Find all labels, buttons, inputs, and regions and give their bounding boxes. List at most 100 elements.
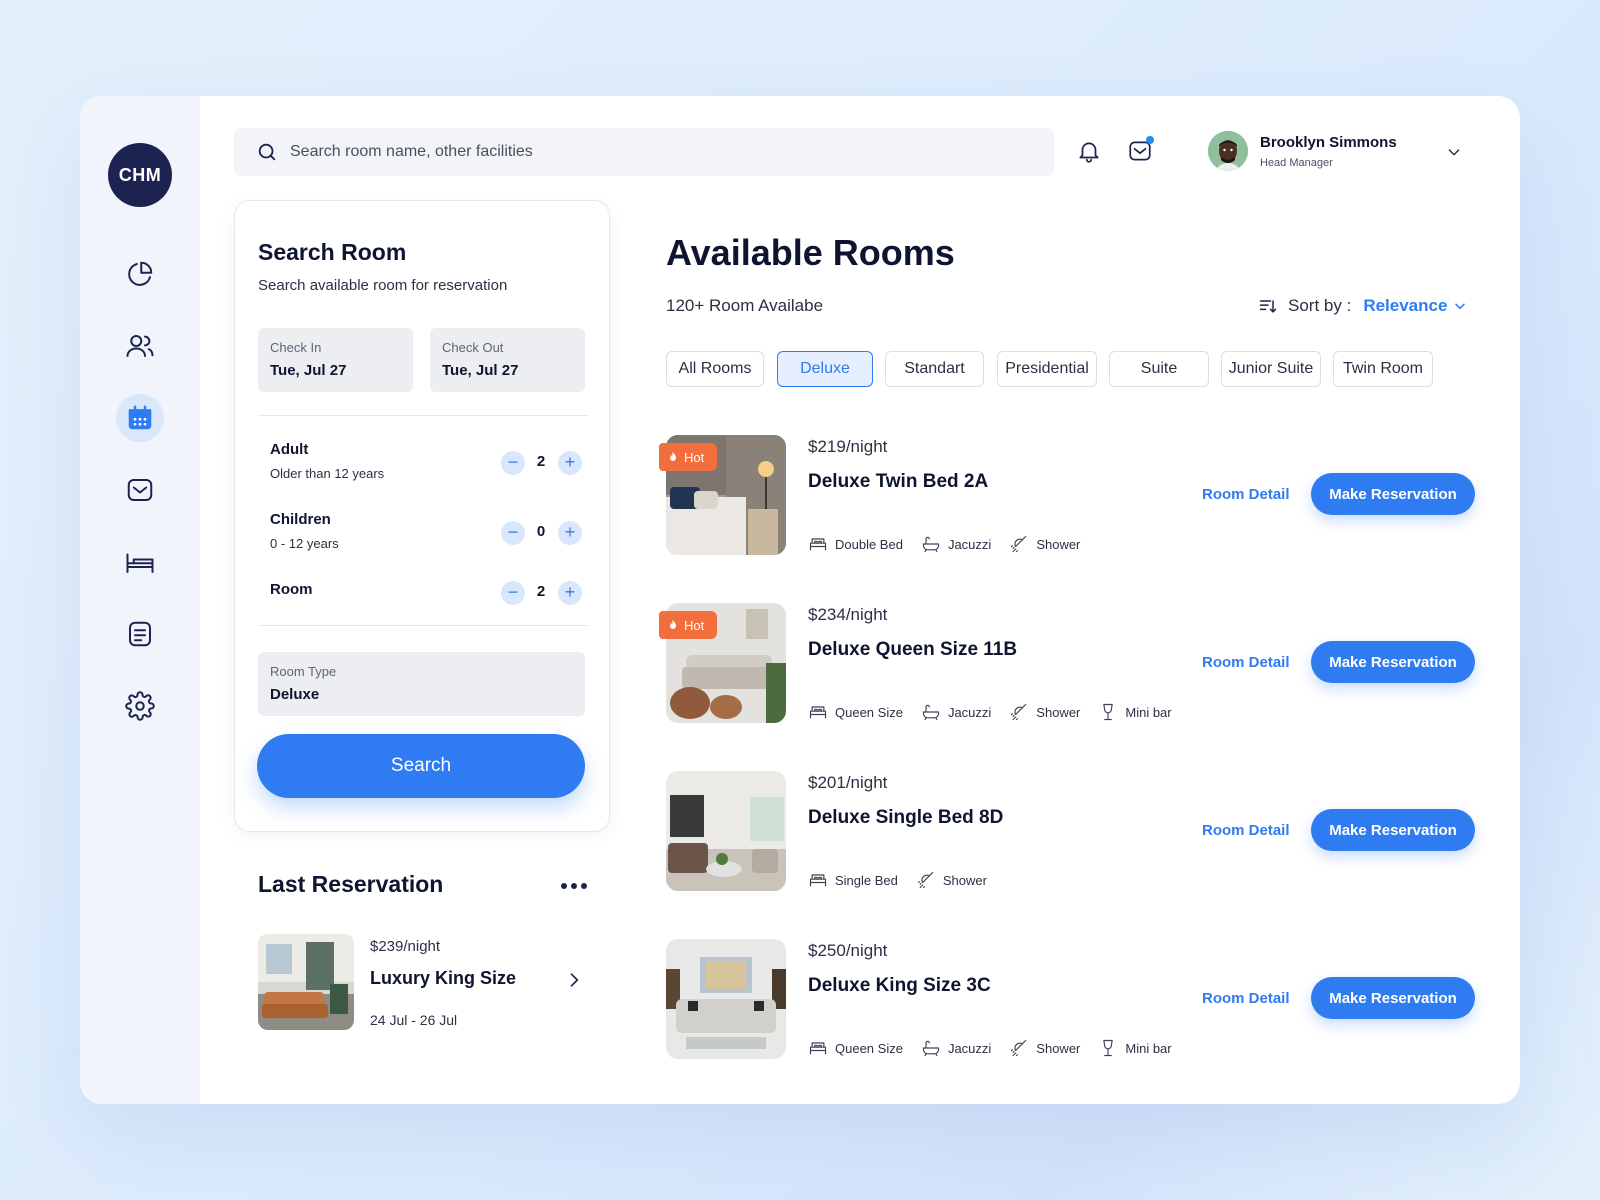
sidebar-item-reservations[interactable]: [116, 394, 164, 442]
amenity-label: Shower: [1036, 1040, 1081, 1056]
amenity: Mini bar: [1098, 1038, 1172, 1058]
room-detail-link[interactable]: Room Detail: [1202, 822, 1290, 839]
bathtub-icon: [922, 1040, 940, 1057]
make-reservation-button[interactable]: Make Reservation: [1311, 977, 1475, 1019]
room-decrement-button[interactable]: −: [501, 581, 525, 605]
room-type-select[interactable]: Room Type Deluxe: [258, 652, 585, 716]
search-room-title: Search Room: [258, 239, 407, 265]
amenity: Jacuzzi: [921, 702, 991, 722]
bell-icon[interactable]: [1076, 138, 1102, 164]
amenities: Double Bed Jacuzzi Shower: [808, 533, 1098, 555]
available-rooms-count: 120+ Room Availabe: [666, 296, 824, 315]
search-icon: [258, 143, 276, 161]
check-in-field[interactable]: Check In Tue, Jul 27: [258, 328, 413, 392]
sort-icon: [1259, 300, 1277, 313]
room-photo: [666, 939, 786, 1059]
room-price: $250/night: [808, 941, 888, 960]
room-card: Hot $234/night Deluxe Queen Size 11B Que…: [659, 603, 1482, 725]
gear-icon: [125, 691, 155, 721]
amenity-label: Shower: [942, 872, 987, 888]
amenity: Shower: [1009, 702, 1080, 722]
search-bar[interactable]: [234, 128, 1054, 176]
room-photo: [666, 771, 786, 891]
amenity-label: Queen Size: [835, 1040, 903, 1056]
last-reservation-name: Luxury King Size: [370, 968, 517, 988]
amenity-label: Jacuzzi: [947, 704, 992, 720]
adult-count: 2: [536, 453, 546, 470]
room-increment-button[interactable]: +: [558, 581, 582, 605]
hot-label: Hot: [684, 617, 705, 633]
room-count: 2: [536, 583, 546, 600]
adult-decrement-button[interactable]: −: [501, 451, 525, 475]
amenity: Jacuzzi: [921, 534, 991, 554]
adult-stepper: − 2 +: [501, 451, 582, 475]
make-reservation-button[interactable]: Make Reservation: [1311, 473, 1475, 515]
last-reservation-title: Last Reservation: [258, 871, 444, 897]
sidebar-item-rooms[interactable]: [116, 538, 164, 586]
tab-all-rooms[interactable]: All Rooms: [666, 351, 764, 387]
amenity-label: Mini bar: [1125, 1040, 1172, 1056]
amenity-label: Single Bed: [835, 872, 898, 888]
amenity: Shower: [916, 870, 987, 890]
room-detail-link[interactable]: Room Detail: [1202, 486, 1290, 503]
logo: CHM: [108, 143, 172, 207]
check-out-field[interactable]: Check Out Tue, Jul 27: [430, 328, 585, 392]
room-name: Deluxe King Size 3C: [808, 975, 991, 996]
tab-junior-suite[interactable]: Junior Suite: [1221, 351, 1321, 387]
amenities: Queen Size Jacuzzi Shower Mini bar: [808, 701, 1190, 723]
bathtub-icon: [922, 536, 940, 553]
check-out-value: Tue, Jul 27: [442, 362, 519, 379]
sidebar-item-guests[interactable]: [116, 322, 164, 370]
make-reservation-button[interactable]: Make Reservation: [1311, 641, 1475, 683]
app-window: CHM Search room name, other facilities B…: [80, 96, 1520, 1104]
notification-dot: [1146, 136, 1154, 144]
make-reservation-button[interactable]: Make Reservation: [1311, 809, 1475, 851]
sidebar-item-reports[interactable]: [116, 610, 164, 658]
inbox-notification[interactable]: [1127, 136, 1154, 164]
sidebar-item-dashboard[interactable]: [116, 250, 164, 298]
fire-icon: [670, 620, 676, 629]
tab-standart[interactable]: Standart: [885, 351, 984, 387]
last-reservation-photo: [258, 934, 354, 1030]
adult-label: Adult: [270, 441, 309, 458]
more-options-icon[interactable]: [558, 876, 590, 896]
shower-icon: [917, 871, 934, 889]
chevron-right-icon[interactable]: [564, 970, 584, 990]
sidebar-item-settings[interactable]: [116, 682, 164, 730]
amenity: Shower: [1009, 1038, 1080, 1058]
tab-suite[interactable]: Suite: [1109, 351, 1209, 387]
search-input[interactable]: [290, 143, 990, 161]
amenity: Single Bed: [808, 870, 898, 890]
hot-label: Hot: [684, 449, 705, 465]
room-type-value: Deluxe: [270, 686, 320, 703]
room-detail-link[interactable]: Room Detail: [1202, 654, 1290, 671]
chevron-down-icon[interactable]: [1446, 144, 1462, 160]
user-role: Head Manager: [1260, 156, 1333, 169]
tab-twin-room[interactable]: Twin Room: [1333, 351, 1433, 387]
room-card: $201/night Deluxe Single Bed 8D Single B…: [666, 771, 1482, 893]
user-menu[interactable]: Brooklyn Simmons Head Manager: [1208, 130, 1482, 172]
amenity: Mini bar: [1098, 702, 1172, 722]
sidebar-item-messages[interactable]: [116, 466, 164, 514]
room-detail-link[interactable]: Room Detail: [1202, 990, 1290, 1007]
available-rooms-title: Available Rooms: [666, 232, 955, 273]
search-button[interactable]: Search: [257, 734, 585, 798]
amenities: Queen Size Jacuzzi Shower Mini bar: [808, 1037, 1190, 1059]
children-decrement-button[interactable]: −: [501, 521, 525, 545]
room-price: $234/night: [808, 605, 888, 624]
bed-icon: [809, 538, 827, 551]
amenities: Single Bed Shower: [808, 869, 1005, 891]
room-stepper: − 2 +: [501, 581, 582, 605]
calendar-icon: [128, 405, 152, 430]
tab-deluxe[interactable]: Deluxe: [777, 351, 873, 387]
fire-icon: [670, 452, 676, 461]
children-stepper: − 0 +: [501, 521, 582, 545]
amenity: Queen Size: [808, 702, 903, 722]
tab-presidential[interactable]: Presidential: [997, 351, 1097, 387]
amenity: Queen Size: [808, 1038, 903, 1058]
sort-dropdown[interactable]: Sort by : Relevance: [1258, 294, 1467, 318]
amenity: Shower: [1009, 534, 1080, 554]
amenity-label: Shower: [1036, 704, 1081, 720]
adult-increment-button[interactable]: +: [558, 451, 582, 475]
children-increment-button[interactable]: +: [558, 521, 582, 545]
